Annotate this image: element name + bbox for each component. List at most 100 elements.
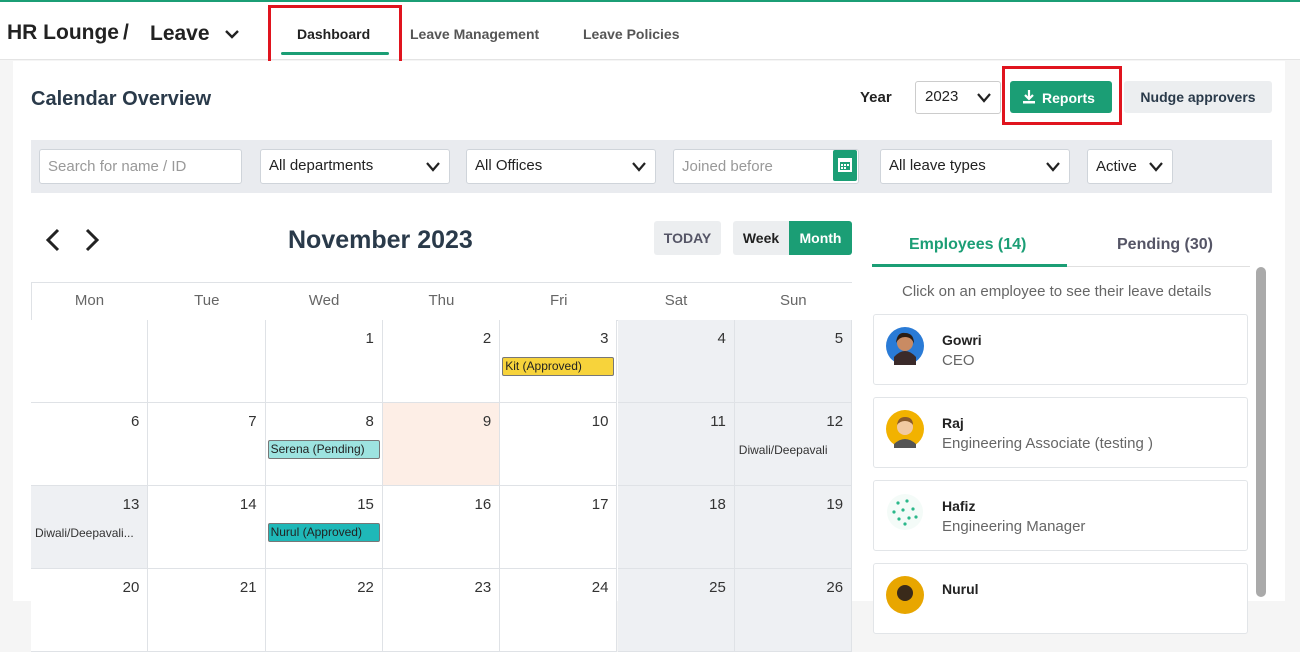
weekday-header: Fri	[549, 292, 568, 309]
calendar-day-cell[interactable]: 13 Diwali/Deepavali...	[31, 486, 149, 569]
next-month-icon[interactable]	[83, 228, 101, 252]
nudge-approvers-button[interactable]: Nudge approvers	[1124, 81, 1272, 113]
department-select[interactable]: All departments	[260, 149, 450, 184]
day-number: 6	[130, 413, 140, 430]
calendar-day-cell[interactable]: 23	[382, 569, 501, 652]
week-view-button[interactable]: Week	[733, 221, 789, 255]
employee-role: Engineering Associate (testing )	[942, 435, 1153, 452]
department-value: All departments	[269, 157, 374, 174]
tab-leave-management[interactable]: Leave Management	[410, 26, 539, 42]
calendar-day-cell[interactable]: 10	[500, 403, 618, 486]
month-view-button[interactable]: Month	[789, 221, 852, 255]
employee-card[interactable]: Nurul	[873, 563, 1248, 634]
employee-role: Engineering Manager	[942, 518, 1086, 535]
app-header: HR Lounge / Leave Dashboard Leave Manage…	[0, 2, 1300, 60]
day-number: 4	[717, 330, 726, 347]
status-value: Active	[1096, 158, 1137, 175]
status-select[interactable]: Active	[1087, 149, 1173, 184]
chevron-down-icon	[977, 93, 991, 103]
calendar-day-cell[interactable]: 14	[148, 486, 266, 569]
calendar-day-cell[interactable]: 7	[148, 403, 266, 486]
day-number: 26	[826, 579, 844, 596]
calendar-day-cell[interactable]: 9	[382, 403, 501, 486]
tab-employees[interactable]: Employees (14)	[909, 236, 1026, 254]
office-value: All Offices	[475, 157, 543, 174]
day-number: 3	[600, 330, 609, 347]
leave-event-chip[interactable]: Nurul (Approved)	[267, 523, 380, 542]
calendar-day-cell[interactable]: 15 Nurul (Approved)	[265, 486, 383, 569]
avatar	[886, 327, 924, 365]
avatar	[887, 494, 923, 530]
month-title: November 2023	[288, 226, 473, 254]
day-number: 10	[591, 413, 609, 430]
calendar-day-cell[interactable]	[148, 320, 266, 403]
chevron-down-icon	[1149, 162, 1163, 172]
tab-leave-policies[interactable]: Leave Policies	[583, 26, 680, 42]
avatar	[886, 410, 924, 448]
calendar-day-cell[interactable]: 18	[617, 486, 735, 569]
chevron-down-icon	[632, 162, 646, 172]
year-value: 2023	[925, 88, 959, 105]
day-number: 24	[591, 579, 609, 596]
calendar-day-cell[interactable]: 2	[382, 320, 501, 403]
day-number: 14	[239, 496, 257, 513]
avatar	[886, 576, 924, 614]
highlight-box-dashboard	[268, 5, 402, 64]
day-number: 23	[474, 579, 492, 596]
tab-pending[interactable]: Pending (30)	[1117, 236, 1213, 254]
day-number: 20	[122, 579, 140, 596]
leave-type-value: All leave types	[889, 157, 986, 174]
calendar-day-cell[interactable]: 3 Kit (Approved)	[500, 320, 618, 403]
weekday-header: Sat	[664, 292, 688, 309]
calendar-day-cell[interactable]: 17	[500, 486, 618, 569]
highlight-box-reports	[1002, 66, 1122, 125]
calendar-day-cell[interactable]: 19	[734, 486, 853, 569]
calendar-day-cell[interactable]: 20	[31, 569, 149, 652]
day-number: 22	[357, 579, 374, 596]
day-number: 12	[826, 413, 844, 430]
employee-card[interactable]: Hafiz Engineering Manager	[873, 480, 1248, 551]
employee-card[interactable]: Raj Engineering Associate (testing )	[873, 397, 1248, 468]
calendar-day-cell[interactable]: 5	[734, 320, 853, 403]
panel-tab-underline	[872, 264, 1067, 267]
day-number: 5	[834, 330, 844, 347]
calendar-day-cell[interactable]: 8 Serena (Pending)	[265, 403, 383, 486]
calendar-day-cell[interactable]: 21	[148, 569, 266, 652]
previous-month-icon[interactable]	[44, 228, 62, 252]
calendar-day-cell[interactable]: 1	[265, 320, 383, 403]
chevron-down-icon[interactable]	[222, 24, 242, 44]
calendar-day-cell[interactable]: 24	[500, 569, 618, 652]
calendar-day-cell[interactable]: 22	[265, 569, 383, 652]
leave-type-select[interactable]: All leave types	[880, 149, 1070, 184]
office-select[interactable]: All Offices	[466, 149, 656, 184]
employee-name: Gowri	[942, 332, 982, 348]
day-number: 15	[357, 496, 374, 513]
year-select[interactable]: 2023	[915, 81, 1001, 114]
calendar-picker-button[interactable]	[833, 150, 857, 181]
employee-card[interactable]: Gowri CEO	[873, 314, 1248, 385]
calendar-icon	[838, 158, 852, 172]
year-label: Year	[860, 89, 892, 106]
day-number: 8	[365, 413, 374, 430]
day-number: 11	[710, 413, 726, 430]
employee-name: Raj	[942, 415, 964, 431]
leave-event-chip[interactable]: Serena (Pending)	[267, 440, 380, 459]
chevron-down-icon	[1046, 162, 1060, 172]
breadcrumb-module[interactable]: Leave	[150, 22, 210, 46]
panel-scrollbar[interactable]	[1256, 267, 1266, 597]
search-input[interactable]: Search for name / ID	[39, 149, 242, 184]
calendar-day-cell[interactable]: 6	[31, 403, 149, 486]
breadcrumb-app[interactable]: HR Lounge	[7, 21, 119, 45]
calendar-day-cell[interactable]	[31, 320, 149, 403]
calendar-day-cell[interactable]: 25	[617, 569, 735, 652]
calendar-day-cell[interactable]: 11	[617, 403, 735, 486]
page-title: Calendar Overview	[31, 88, 212, 110]
calendar-day-cell[interactable]: 12 Diwali/Deepavali	[734, 403, 853, 486]
today-button[interactable]: TODAY	[654, 221, 721, 255]
leave-event-chip[interactable]: Kit (Approved)	[502, 357, 615, 376]
calendar-day-cell[interactable]: 16	[382, 486, 501, 569]
calendar-day-cell[interactable]: 26	[734, 569, 853, 652]
joined-before-input[interactable]: Joined before	[673, 149, 859, 184]
day-number: 21	[239, 579, 257, 596]
calendar-day-cell[interactable]: 4	[617, 320, 735, 403]
